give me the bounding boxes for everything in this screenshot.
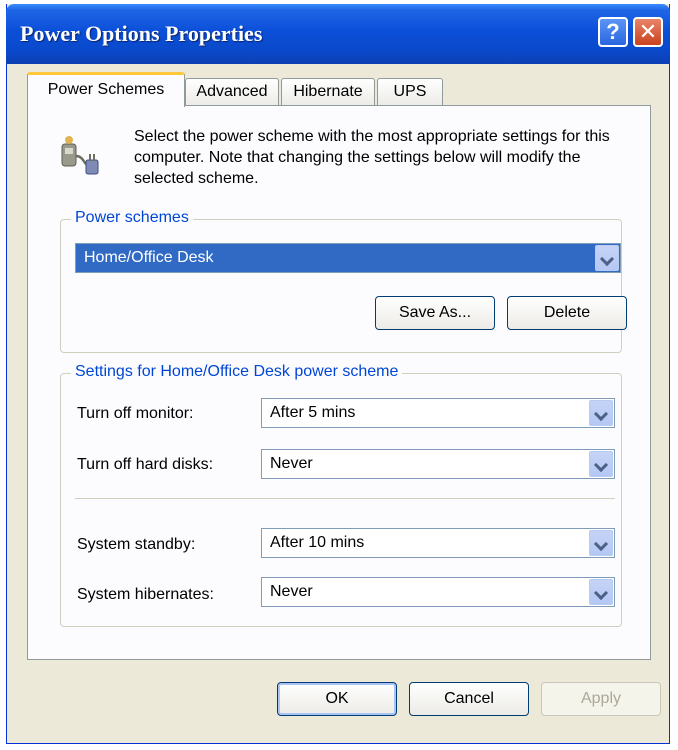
power-plug-icon (61, 136, 99, 175)
close-button[interactable]: ✕ (633, 17, 663, 47)
chevron-down-icon[interactable] (589, 579, 613, 605)
power-scheme-selected-value: Home/Office Desk (84, 249, 214, 266)
chevron-down-icon[interactable] (595, 245, 619, 271)
turn-off-monitor-label: Turn off monitor: (77, 405, 194, 422)
ok-button[interactable]: OK (277, 682, 397, 716)
turn-off-monitor-value: After 5 mins (270, 404, 356, 421)
power-schemes-group-label: Power schemes (71, 209, 193, 227)
system-hibernates-select[interactable]: Never (261, 577, 615, 607)
turn-off-hard-disks-select[interactable]: Never (261, 449, 615, 479)
power-schemes-panel: Select the power scheme with the most ap… (27, 105, 651, 660)
turn-off-monitor-select[interactable]: After 5 mins (261, 398, 615, 428)
save-as-button[interactable]: Save As... (375, 296, 495, 330)
tab-advanced[interactable]: Advanced (185, 78, 279, 106)
delete-button[interactable]: Delete (507, 296, 627, 330)
cancel-button[interactable]: Cancel (409, 682, 529, 716)
chevron-down-icon[interactable] (589, 451, 613, 477)
turn-off-hard-disks-value: Never (270, 455, 313, 472)
tab-hibernate[interactable]: Hibernate (281, 78, 375, 106)
system-hibernates-value: Never (270, 583, 313, 600)
system-standby-select[interactable]: After 10 mins (261, 528, 615, 558)
scheme-settings-group: Settings for Home/Office Desk power sche… (60, 363, 622, 627)
intro-description: Select the power scheme with the most ap… (134, 128, 610, 187)
turn-off-hard-disks-label: Turn off hard disks: (77, 456, 214, 473)
power-options-dialog: Power Options Properties ? ✕ Power Schem… (6, 4, 670, 744)
apply-button[interactable]: Apply (541, 682, 661, 716)
chevron-down-icon[interactable] (589, 530, 613, 556)
help-button[interactable]: ? (598, 17, 628, 47)
chevron-down-icon[interactable] (589, 400, 613, 426)
scheme-settings-group-label: Settings for Home/Office Desk power sche… (71, 363, 403, 381)
system-standby-label: System standby: (77, 536, 196, 553)
system-hibernates-label: System hibernates: (77, 586, 214, 603)
power-scheme-select[interactable]: Home/Office Desk (75, 243, 621, 273)
tab-ups[interactable]: UPS (377, 78, 443, 106)
power-schemes-group: Power schemes Home/Office Desk Save As..… (60, 209, 627, 353)
window-title: Power Options Properties (20, 21, 263, 46)
settings-divider (75, 498, 615, 499)
title-bar[interactable]: Power Options Properties ? ✕ (6, 4, 670, 64)
tab-power-schemes[interactable]: Power Schemes (27, 72, 185, 107)
system-standby-value: After 10 mins (270, 534, 365, 551)
